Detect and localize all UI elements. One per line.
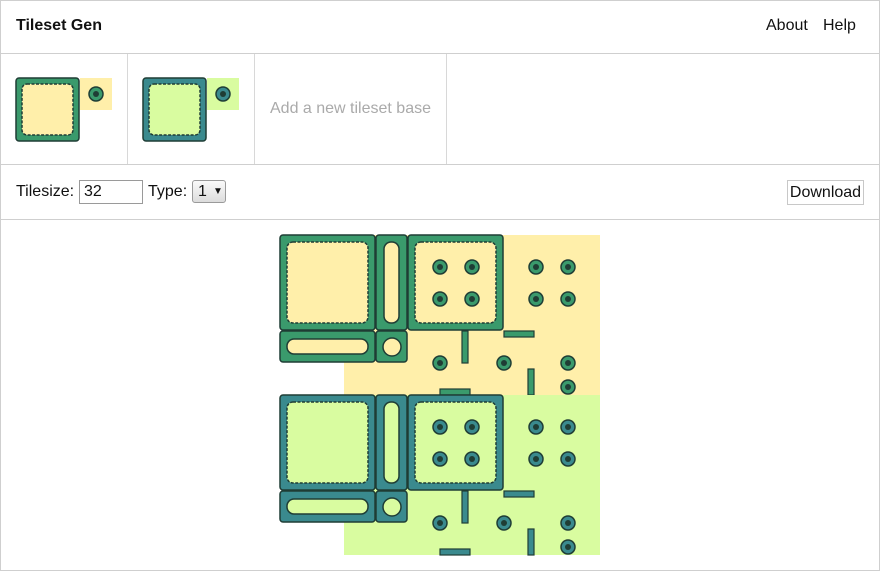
grass-ring-inner: [382, 497, 402, 517]
grass-hole-dot-2: [437, 456, 443, 462]
grass-hole-dot-4: [533, 424, 539, 430]
type-select-value: 1: [198, 183, 207, 200]
grass-hole-dot-7: [565, 456, 571, 462]
sand-hole-dot-4: [533, 264, 539, 270]
sand-base-thumbnail: [15, 77, 112, 142]
sand-hole-dot-3: [469, 296, 475, 302]
sand-bridge-horizontal: [439, 388, 471, 396]
sand-hole-dot-10: [565, 360, 571, 366]
grass-vertical-pill-inner: [383, 401, 400, 484]
grass-bridge-horizontal-2: [503, 490, 535, 498]
nav-link-help[interactable]: Help: [823, 17, 856, 35]
tileset-base-sand[interactable]: [0, 54, 128, 164]
sand-hole-dot-7: [565, 296, 571, 302]
sand-hole-dot-9: [501, 360, 507, 366]
grass-hole-dot-1: [469, 424, 475, 430]
sand-bridge-horizontal-2: [503, 330, 535, 338]
grass-hole-dot-8: [437, 520, 443, 526]
grass-hole-dot-0: [437, 424, 443, 430]
sand-vertical-pill-inner: [383, 241, 400, 324]
tilesize-label: Tilesize:: [16, 183, 75, 200]
add-tileset-base-label: Add a new tileset base: [270, 100, 431, 117]
grass-bridge-vertical: [461, 490, 469, 524]
grass-hole-dot-3: [469, 456, 475, 462]
sand-square-inner: [286, 241, 369, 324]
nav-link-about[interactable]: About: [766, 17, 808, 35]
sand-hole-dot-5: [565, 264, 571, 270]
toolbar: Tilesize: Type: 1 ▼ Download: [0, 165, 880, 220]
sand-horizontal-pill-inner: [286, 338, 369, 355]
sand-hole-dot-8: [437, 360, 443, 366]
grass-square-inner: [286, 401, 369, 484]
navbar: Tileset Gen About Help: [0, 0, 880, 54]
grass-hole-dot-10: [565, 520, 571, 526]
type-label: Type:: [148, 183, 188, 200]
brand-title[interactable]: Tileset Gen: [16, 17, 102, 35]
sand-holes-inner: [414, 241, 497, 324]
tileset-bases-bar: Add a new tileset base: [0, 54, 880, 165]
add-tileset-base-button[interactable]: Add a new tileset base: [255, 54, 447, 164]
grass-hole-dot-6: [533, 456, 539, 462]
tilesize-input[interactable]: [79, 180, 143, 204]
grass-fill-tile: [504, 395, 600, 491]
grass-bridge-horizontal: [439, 548, 471, 556]
generated-tileset-sheet: [279, 234, 600, 556]
grass-hole-dot-5: [565, 424, 571, 430]
sand-bridge-vertical: [461, 330, 469, 364]
sand-hole-dot-1: [469, 264, 475, 270]
tileset-base-grass[interactable]: [128, 54, 255, 164]
grass-hole-dot-11: [565, 544, 571, 550]
grass-holes-inner: [414, 401, 497, 484]
sand-bridge-vertical-2: [527, 368, 535, 396]
tileset-preview-canvas: [279, 234, 600, 556]
tileset-preview-area: [0, 220, 880, 571]
sand-hole-dot-6: [533, 296, 539, 302]
grass-horizontal-pill-inner: [286, 498, 369, 515]
grass-base-thumbnail: [142, 77, 239, 142]
sand-hole-dot-11: [565, 384, 571, 390]
sand-hole-dot-2: [437, 296, 443, 302]
download-button[interactable]: Download: [787, 180, 864, 205]
sand-fill-tile: [504, 235, 600, 331]
type-select[interactable]: 1 ▼: [192, 180, 226, 203]
sand-hole-dot-0: [437, 264, 443, 270]
grass-hole-dot-9: [501, 520, 507, 526]
grass-bridge-vertical-2: [527, 528, 535, 556]
sand-ring-inner: [382, 337, 402, 357]
chevron-down-icon: ▼: [213, 186, 223, 197]
